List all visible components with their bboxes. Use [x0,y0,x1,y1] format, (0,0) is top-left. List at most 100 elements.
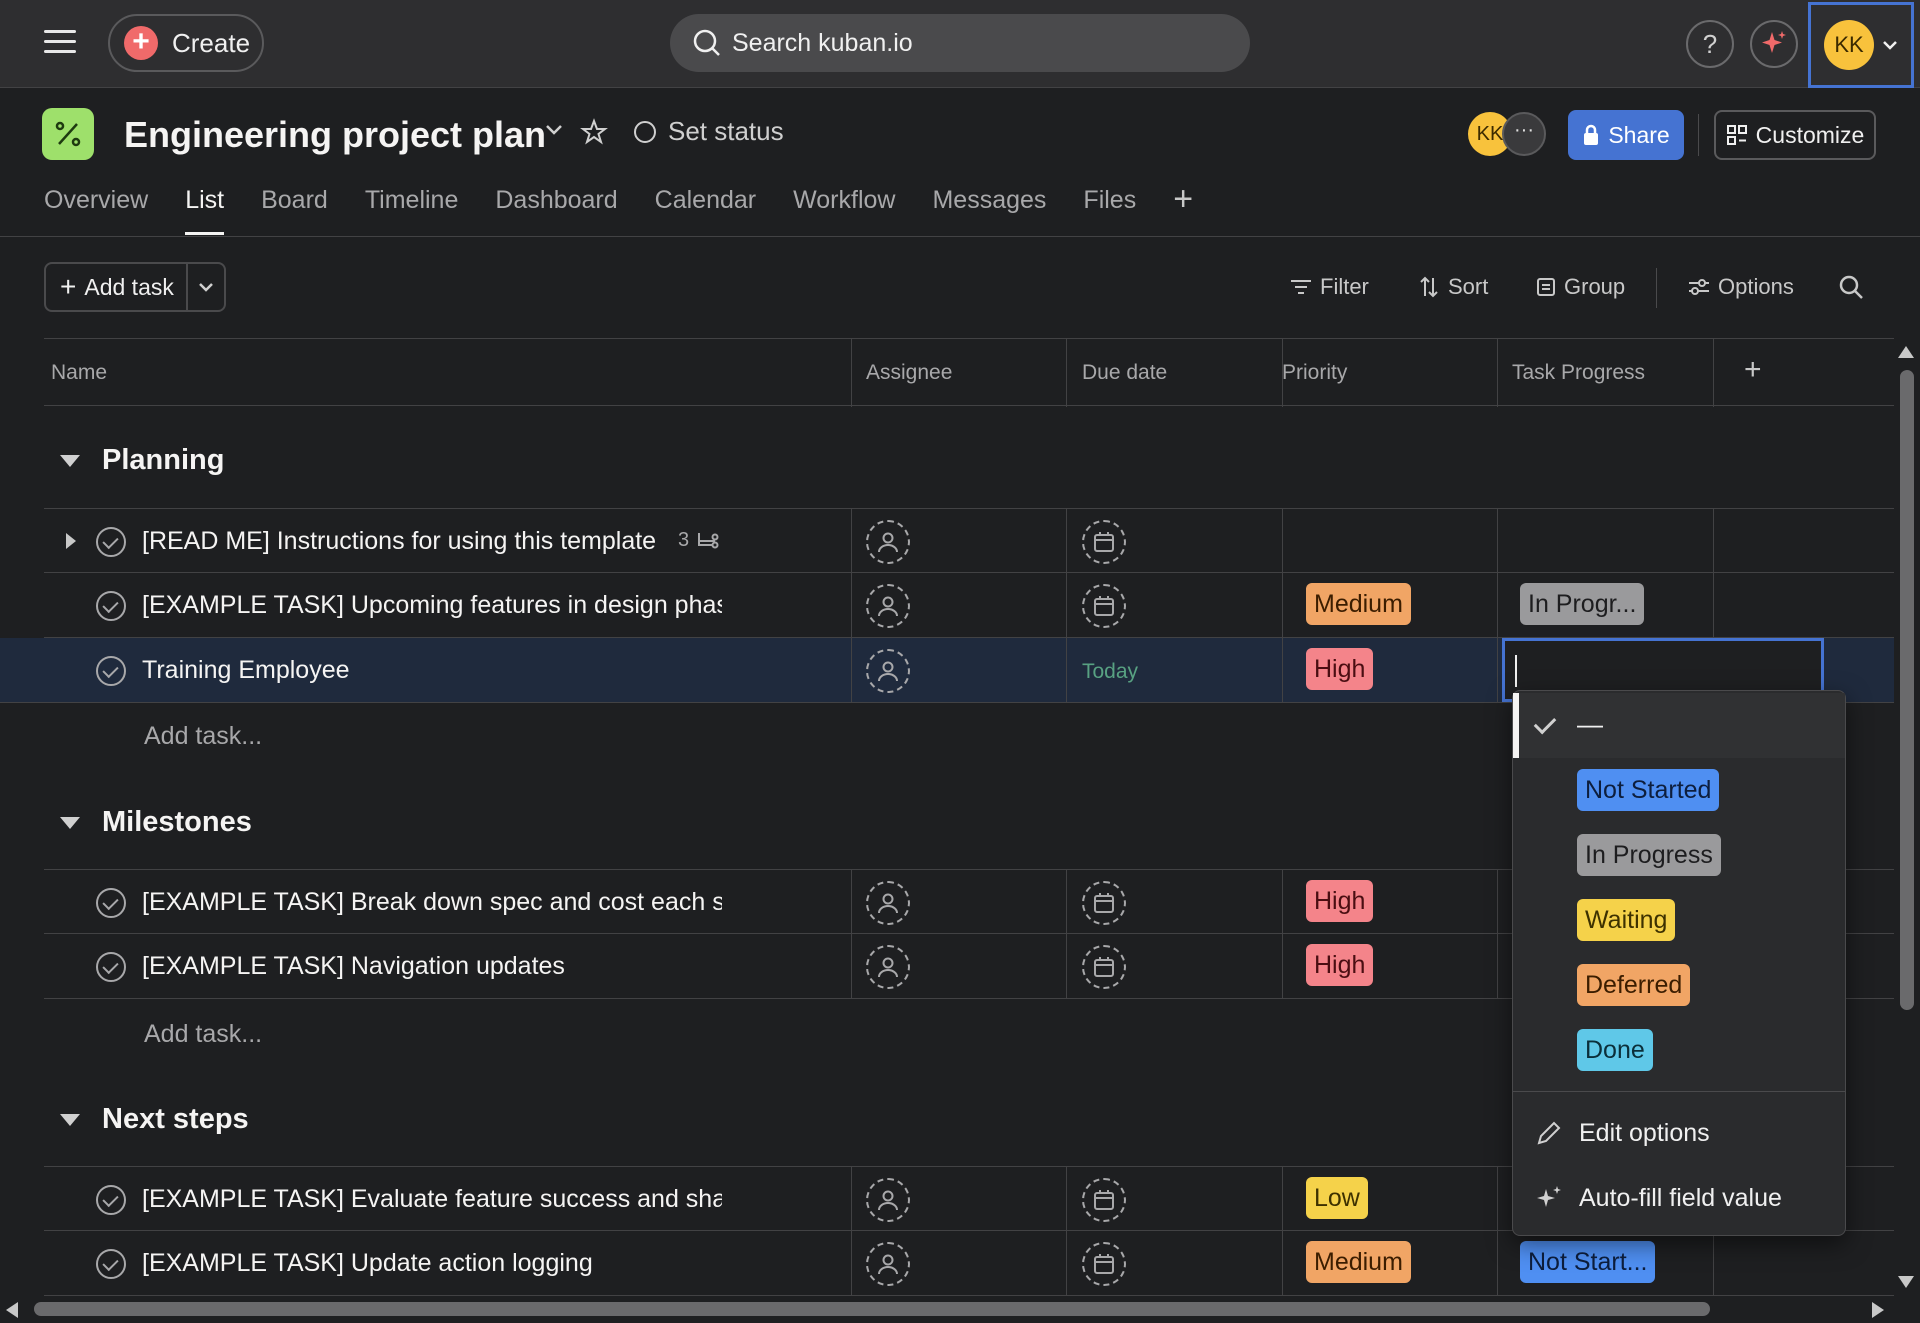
ai-sparkle-button[interactable] [1750,20,1798,68]
column-assignee[interactable]: Assignee [866,361,952,385]
column-due-date[interactable]: Due date [1082,361,1167,385]
table-row[interactable]: [EXAMPLE TASK] Update action logging Med… [44,1231,1894,1296]
complete-checkbox[interactable] [96,952,126,982]
section-header-milestones[interactable]: Milestones [44,806,252,839]
project-members[interactable]: KK ··· [1468,110,1552,160]
scroll-down-icon[interactable] [1898,1276,1914,1288]
set-status-button[interactable]: Set status [634,116,784,147]
priority-badge[interactable]: Low [1306,1177,1368,1219]
calendar-icon[interactable] [1082,945,1126,989]
assignee-icon[interactable] [866,649,910,693]
tab-dashboard[interactable]: Dashboard [495,186,617,238]
complete-checkbox[interactable] [96,591,126,621]
option-none[interactable]: — [1513,693,1845,758]
help-button[interactable]: ? [1686,20,1734,68]
assignee-icon[interactable] [866,1242,910,1286]
add-task-inline[interactable]: Add task... [144,1020,262,1049]
auto-fill-button[interactable]: Auto-fill field value [1513,1168,1845,1228]
calendar-icon[interactable] [1082,1178,1126,1222]
scroll-up-icon[interactable] [1898,346,1914,358]
menu-icon[interactable] [40,26,80,62]
search-input[interactable]: Search kuban.io [670,14,1250,72]
horizontal-scrollbar[interactable] [0,1298,1896,1322]
vertical-scrollbar[interactable] [1896,340,1920,1300]
option-not-started[interactable]: Not Started [1513,758,1845,823]
priority-badge[interactable]: High [1306,944,1374,986]
add-tab-icon[interactable]: + [1173,180,1193,232]
tab-list[interactable]: List [185,186,224,238]
tab-calendar[interactable]: Calendar [655,186,756,238]
search-icon[interactable] [1838,274,1864,300]
add-column-button[interactable]: + [1744,353,1762,387]
add-task-inline[interactable]: Add task... [144,722,262,751]
tab-files[interactable]: Files [1083,186,1136,238]
page-title[interactable]: Engineering project plan [124,114,546,156]
scroll-left-icon[interactable] [6,1302,18,1318]
subtask-icon [698,532,719,548]
tab-board[interactable]: Board [261,186,328,238]
column-task-progress[interactable]: Task Progress [1512,361,1645,385]
priority-badge[interactable]: Medium [1306,583,1411,625]
column-priority[interactable]: Priority [1282,361,1347,385]
task-name[interactable]: Training Employee [142,656,722,685]
progress-badge[interactable]: In Progr... [1520,583,1645,625]
project-icon[interactable] [42,108,94,160]
customize-button[interactable]: Customize [1714,110,1876,160]
expand-subtasks-icon[interactable] [66,533,76,549]
assignee-icon[interactable] [866,945,910,989]
complete-checkbox[interactable] [96,656,126,686]
priority-badge[interactable]: Medium [1306,1241,1411,1283]
tab-workflow[interactable]: Workflow [793,186,895,238]
calendar-icon[interactable] [1082,1242,1126,1286]
chevron-down-icon[interactable] [544,122,564,138]
task-name[interactable]: [EXAMPLE TASK] Evaluate feature success … [142,1185,722,1214]
account-menu-button[interactable]: KK [1808,2,1914,88]
priority-badge[interactable]: High [1306,880,1374,922]
task-name[interactable]: [EXAMPLE TASK] Update action logging [142,1249,722,1278]
task-name[interactable]: [READ ME] Instructions for using this te… [142,527,682,556]
complete-checkbox[interactable] [96,1249,126,1279]
table-row[interactable]: [EXAMPLE TASK] Upcoming features in desi… [44,573,1894,638]
options-button[interactable]: Options [1688,274,1794,300]
add-task-dropdown[interactable] [188,264,224,310]
tab-messages[interactable]: Messages [932,186,1046,238]
option-in-progress[interactable]: In Progress [1513,823,1845,888]
auto-fill-label: Auto-fill field value [1579,1183,1782,1212]
due-date[interactable]: Today [1082,660,1138,684]
tab-timeline[interactable]: Timeline [365,186,459,238]
task-name[interactable]: [EXAMPLE TASK] Navigation updates [142,952,722,981]
calendar-icon[interactable] [1082,584,1126,628]
assignee-icon[interactable] [866,520,910,564]
assignee-icon[interactable] [866,584,910,628]
assignee-icon[interactable] [866,881,910,925]
scroll-right-icon[interactable] [1872,1302,1884,1318]
add-task-button[interactable]: + Add task [46,264,189,310]
section-header-next-steps[interactable]: Next steps [44,1103,249,1136]
section-header-planning[interactable]: Planning [44,444,224,477]
complete-checkbox[interactable] [96,888,126,918]
group-button[interactable]: Group [1536,274,1625,300]
complete-checkbox[interactable] [96,1185,126,1215]
priority-badge[interactable]: High [1306,648,1374,690]
sort-button[interactable]: Sort [1418,274,1488,300]
tab-overview[interactable]: Overview [44,186,148,238]
calendar-icon[interactable] [1082,881,1126,925]
progress-badge[interactable]: Not Start... [1520,1241,1656,1283]
subtask-count[interactable]: 3 [678,529,719,552]
complete-checkbox[interactable] [96,527,126,557]
create-button[interactable]: + Create [108,14,264,72]
option-deferred[interactable]: Deferred [1513,953,1845,1018]
edit-options-button[interactable]: Edit options [1513,1103,1845,1163]
task-name[interactable]: [EXAMPLE TASK] Break down spec and cost … [142,888,722,917]
column-name[interactable]: Name [51,361,107,385]
add-task-button-group: + Add task [44,262,226,312]
option-waiting[interactable]: Waiting [1513,888,1845,953]
assignee-icon[interactable] [866,1178,910,1222]
table-row[interactable]: [READ ME] Instructions for using this te… [44,508,1894,574]
calendar-icon[interactable] [1082,520,1126,564]
task-name[interactable]: [EXAMPLE TASK] Upcoming features in desi… [142,591,722,620]
option-done[interactable]: Done [1513,1018,1845,1083]
star-icon[interactable] [580,118,608,146]
share-button[interactable]: Share [1568,110,1684,160]
filter-button[interactable]: Filter [1290,274,1369,300]
